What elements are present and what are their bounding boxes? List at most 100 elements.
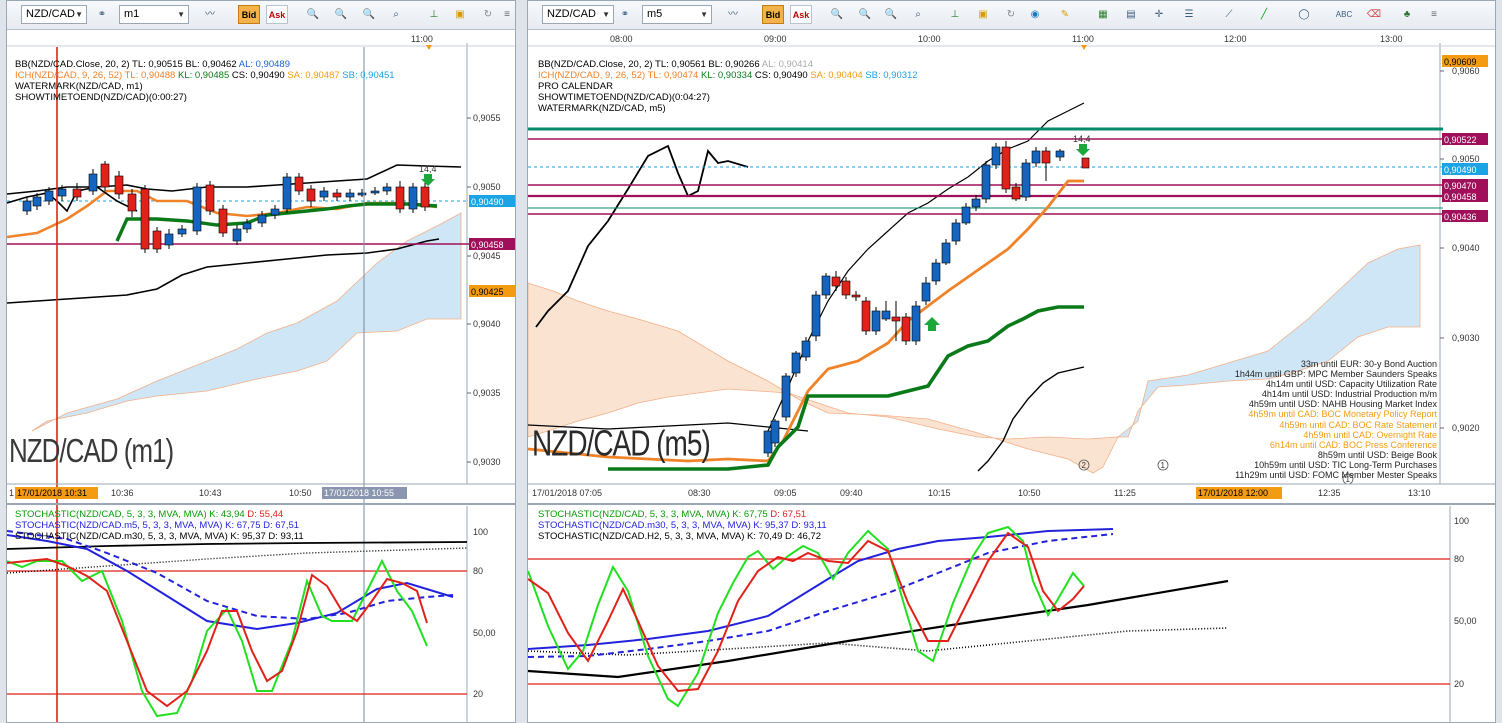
left-chart-window: NZD/CAD ▼ ⚭ m1 ▼ 〰 Bid Ask 🔍 🔍 🔍 ⌕ ⊥ ▣ ↻ ≡… [6, 0, 516, 723]
right-stoch3-label: STOCHASTIC(NZD/CAD.H2, 5, 3, 3, MVA, MVA… [538, 531, 821, 542]
left-candle [270, 208, 280, 216]
right-price-label: 0,9060 [1452, 66, 1480, 76]
left-price-label: 0,9045 [473, 251, 501, 261]
right-candle [1041, 150, 1051, 164]
left-candle [306, 188, 316, 202]
left-price-label: 0,9030 [473, 457, 501, 467]
left-candle [127, 193, 137, 212]
right-candle [1011, 186, 1021, 200]
left-price-chart[interactable]: 0,9055 0,9050 0,9045 0,9040 0,9035 0,9030 11:0… [7, 1, 516, 723]
left-price-label: 0,9050 [473, 182, 501, 192]
left-time-label: 10:36 [111, 488, 134, 498]
right-top-time: 12:00 [1224, 34, 1247, 44]
left-candle [140, 188, 150, 250]
right-time-label: 12:35 [1318, 488, 1341, 498]
left-candle [44, 190, 54, 202]
right-stoch2-label: STOCHASTIC(NZD/CAD.m30, 5, 3, 3, MVA, MV… [538, 520, 827, 531]
right-candle [801, 340, 811, 358]
right-candle [861, 300, 871, 332]
right-candle [851, 294, 861, 298]
right-top-time: 09:00 [764, 34, 787, 44]
right-time-label: 11:25 [1114, 488, 1136, 498]
right-candle [881, 310, 891, 320]
calendar-news-item: 4h14m until USD: Industrial Production m… [1261, 389, 1437, 400]
right-bb-label: BB(NZD/CAD.Close, 20, 2) TL: 0,90561 BL:… [538, 59, 760, 70]
right-price-label: 0,9030 [1452, 333, 1480, 343]
right-wm-label: WATERMARK(NZD/CAD, m5) [538, 103, 666, 114]
calendar-news-item: 4h59m until CAD: BOC Monetary Policy Rep… [1248, 409, 1437, 420]
right-live-candle [1081, 157, 1090, 169]
left-osc-label: 100 [473, 527, 488, 537]
left-ich-cs: CS: 0,90490 [231, 70, 285, 81]
right-ich-kl: KL: 0,90334 [700, 70, 753, 81]
left-candle [88, 173, 98, 192]
calendar-news-item: 4h59m until USD: NAHB Housing Market Ind… [1248, 399, 1437, 410]
left-candle [370, 190, 380, 194]
right-osc-label: 80 [1454, 554, 1464, 564]
right-price-tag: 0,90436 [1444, 212, 1477, 222]
left-osc-label: 80 [473, 566, 483, 576]
right-price-tag: 0,90490 [1444, 165, 1477, 175]
right-candle [911, 305, 921, 342]
left-stoch1-d: D: 55,44 [247, 509, 284, 520]
right-candle [1031, 150, 1041, 164]
right-candle [891, 316, 901, 322]
right-time-label: 10:15 [928, 488, 951, 498]
left-wm-label: WATERMARK(NZD/CAD, m1) [15, 81, 143, 92]
left-candle [282, 176, 292, 210]
right-candle [1055, 150, 1065, 158]
left-candle [319, 190, 329, 198]
right-ich-sa: SA: 0,90404 [810, 70, 863, 81]
left-candle [192, 186, 202, 232]
right-candle [941, 242, 951, 264]
right-chart-window: NZD/CAD ▼ ⚭ m5 ▼ 〰 Bid Ask 🔍 🔍 🔍 ⌕ ⊥ ▣ ↻ ◉… [527, 0, 1496, 723]
left-candle [22, 200, 32, 212]
right-value-label: 14,4 [1073, 134, 1091, 144]
calendar-news-item: 6h14m until CAD: BOC Press Conference [1269, 439, 1437, 450]
left-osc-label: 50,00 [473, 628, 496, 638]
calendar-news-item: 8h59m until USD: Beige Book [1317, 449, 1437, 460]
left-price-label: 0,9035 [473, 388, 501, 398]
right-time-label: 13:10 [1408, 488, 1431, 498]
left-time-label: 10:50 [289, 488, 312, 498]
right-stte-label: SHOWTIMETOEND(NZD/CAD)(0:04:27) [538, 92, 710, 103]
right-time-marker-icon [1081, 45, 1087, 50]
right-candle [871, 310, 881, 332]
left-tag-orange: 0,90425 [471, 287, 504, 297]
calendar-news-item: 4h59m until CAD: Overnight Rate [1303, 429, 1437, 440]
right-watermark: NZD/CAD (m5) [532, 423, 711, 464]
right-candle [841, 280, 851, 296]
left-candle [152, 230, 162, 250]
left-candle [395, 186, 405, 210]
left-stoch-legend: STOCHASTIC(NZD/CAD, 5, 3, 3, MVA, MVA) K… [15, 509, 304, 542]
right-candle [991, 146, 1001, 166]
left-time-first: 1 [9, 488, 14, 498]
right-candle [951, 222, 961, 242]
right-candle [791, 352, 801, 374]
right-candle [901, 316, 911, 342]
left-candle [242, 222, 252, 230]
right-top-time: 10:00 [918, 34, 941, 44]
left-top-time: 11:00 [411, 34, 433, 44]
left-bb-al: AL: 0,90489 [238, 59, 290, 70]
right-stoch1-d: D: 67,51 [770, 509, 807, 520]
right-price-tag: 0,90609 [1444, 57, 1477, 67]
right-stoch-legend: STOCHASTIC(NZD/CAD, 5, 3, 3, MVA, MVA) K… [538, 509, 827, 542]
right-time-label: 10:50 [1018, 488, 1041, 498]
right-candle [781, 375, 791, 418]
right-price-tag: 0,90470 [1444, 181, 1477, 191]
right-candle [961, 206, 971, 224]
left-indicator-legend: BB(NZD/CAD.Close, 20, 2) TL: 0,90515 BL:… [15, 59, 395, 103]
right-bb-al: AL: 0,90414 [761, 59, 813, 70]
calendar-news-list: 33m until EUR: 30-y Bond Auction 1h44m un… [1235, 359, 1437, 480]
right-time-label: 17/01/2018 07:05 [532, 488, 602, 498]
right-time-label: 09:40 [840, 488, 863, 498]
left-time-label: 10:43 [199, 488, 222, 498]
right-price-label: 0,9050 [1452, 154, 1480, 164]
left-candle [177, 228, 187, 235]
left-bb-label: BB(NZD/CAD.Close, 20, 2) TL: 0,90515 BL:… [15, 59, 237, 70]
right-osc-label: 20 [1454, 679, 1464, 689]
left-candle [294, 176, 304, 192]
calendar-news-item: 4h14m until USD: Capacity Utilization Ra… [1265, 379, 1437, 390]
left-candle [332, 192, 342, 198]
